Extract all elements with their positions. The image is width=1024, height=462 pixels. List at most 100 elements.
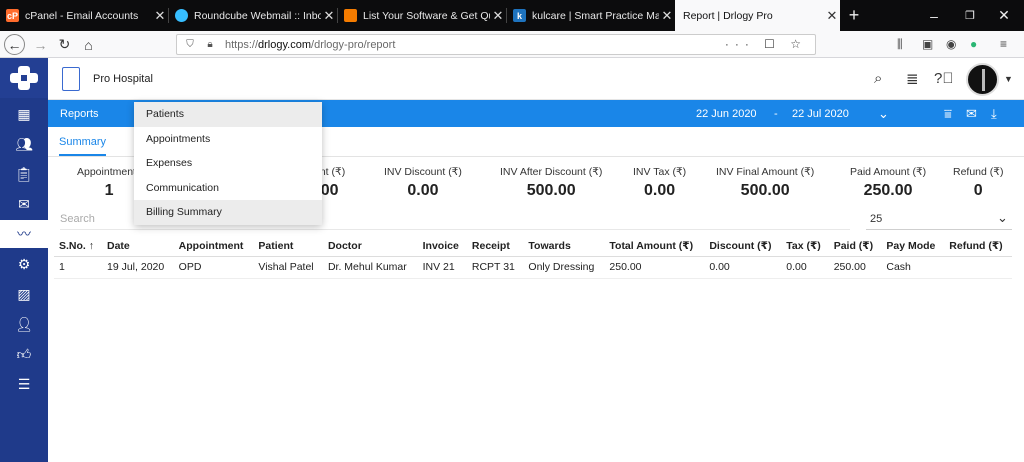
stat-inv-final-amount: INV Final Amount (₹) 500.00 <box>716 166 814 200</box>
col-refund[interactable]: Refund (₹) <box>944 236 1012 257</box>
close-icon[interactable]: ✕ <box>824 8 840 24</box>
stat-label: INV Tax (₹) <box>633 166 687 178</box>
user-icon[interactable]: 👤︎ <box>0 310 48 338</box>
reports-trend-icon[interactable]: 〰 <box>0 220 48 248</box>
window-close-icon[interactable]: ✕ <box>984 0 1024 31</box>
browser-tab-kulcare[interactable]: k kulcare | Smart Practice Manag ✕ <box>507 0 675 31</box>
shield-icon[interactable]: ⛉ <box>183 39 197 50</box>
search-underline <box>60 229 850 230</box>
col-sno[interactable]: S.No. ↑ <box>54 236 102 257</box>
cell-invoice: INV 21 <box>417 256 467 279</box>
kulcare-icon: k <box>513 9 526 22</box>
extension-icon[interactable]: ● <box>970 37 977 51</box>
date-from[interactable]: 22 Jun 2020 <box>696 108 757 120</box>
search-input[interactable]: Search <box>60 213 95 225</box>
stat-value: 500.00 <box>526 182 576 199</box>
avatar[interactable] <box>966 63 999 96</box>
stat-value: 0 <box>973 182 983 199</box>
stat-inv-tax: INV Tax (₹) 0.00 <box>633 166 686 200</box>
cell-pay-mode: Cash <box>881 256 945 279</box>
close-icon[interactable]: ✕ <box>659 8 675 24</box>
table-row[interactable]: 1 19 Jul, 2020 OPD Vishal Patel Dr. Mehu… <box>54 256 1012 279</box>
col-receipt[interactable]: Receipt <box>466 236 524 257</box>
stat-value: 250.00 <box>863 182 913 199</box>
col-paid[interactable]: Paid (₹) <box>828 236 882 257</box>
account-icon[interactable]: ◉ <box>946 37 956 51</box>
date-to[interactable]: 22 Jul 2020 <box>792 108 849 120</box>
cell-tax: 0.00 <box>781 256 829 279</box>
close-icon[interactable]: ✕ <box>321 8 337 24</box>
app-header: Pro Hospital ⌕ ≣ ?⃝ ▼ <box>48 58 1024 100</box>
mail-icon[interactable]: ✉ <box>0 190 48 218</box>
close-icon[interactable]: ✕ <box>490 8 506 24</box>
browser-tab-list-software[interactable]: List Your Software & Get Qualif ✕ <box>338 0 506 31</box>
page-actions-icon[interactable]: ··· ☐ ☆ <box>725 37 807 51</box>
stat-label: INV Final Amount (₹) <box>716 166 815 178</box>
cpanel-icon: cP <box>6 9 19 22</box>
stat-value: 0.00 <box>407 182 439 199</box>
download-icon[interactable]: ⤓ <box>991 106 997 122</box>
roundcube-icon <box>175 9 188 22</box>
lock-icon[interactable]: 🔒︎ <box>203 39 217 50</box>
col-total-amount[interactable]: Total Amount (₹) <box>604 236 705 257</box>
sidebar-toggle-icon[interactable]: ▣ <box>922 37 933 51</box>
cell-refund <box>944 256 1012 279</box>
col-invoice[interactable]: Invoice <box>417 236 467 257</box>
browser-nav-bar: ← → ↻ ⌂ ⛉ 🔒︎ https://drlogy.com/drlogy-p… <box>0 31 1024 58</box>
col-appointment[interactable]: Appointment <box>173 236 254 257</box>
tab-title: Roundcube Webmail :: Inbox <box>194 9 321 22</box>
col-tax[interactable]: Tax (₹) <box>781 236 829 257</box>
filter-icon[interactable]: ⩸ <box>944 106 952 122</box>
col-date[interactable]: Date <box>102 236 174 257</box>
cell-patient: Vishal Patel <box>253 256 323 279</box>
forward-arrow-icon[interactable]: → <box>30 34 51 55</box>
stat-refund: Refund (₹) 0 <box>953 166 1003 200</box>
col-doctor[interactable]: Doctor <box>322 236 418 257</box>
reload-icon[interactable]: ↻ <box>54 34 75 55</box>
col-patient[interactable]: Patient <box>253 236 323 257</box>
menu-item-appointments[interactable]: Appointments <box>134 127 322 152</box>
stat-label: INV Discount (₹) <box>384 166 462 178</box>
chevron-down-icon[interactable]: ⌄ <box>878 106 889 122</box>
clipboard-icon[interactable]: 📋︎ <box>0 160 48 188</box>
list-icon[interactable]: ≣ <box>906 70 919 88</box>
col-discount[interactable]: Discount (₹) <box>704 236 782 257</box>
browser-tab-roundcube[interactable]: Roundcube Webmail :: Inbox ✕ <box>169 0 337 31</box>
browser-tab-cpanel[interactable]: cP cPanel - Email Accounts ✕ <box>0 0 168 31</box>
menu-item-communication[interactable]: Communication <box>134 176 322 201</box>
back-arrow-icon[interactable]: ← <box>4 34 25 55</box>
email-icon[interactable]: ✉ <box>966 106 977 122</box>
tab-summary[interactable]: Summary <box>59 136 107 156</box>
search-icon[interactable]: ⌕ <box>874 70 882 87</box>
menu-item-expenses[interactable]: Expenses <box>134 151 322 176</box>
calendar-icon[interactable]: ▦ <box>0 100 48 128</box>
minimize-icon[interactable]: – <box>914 0 954 31</box>
cell-date: 19 Jul, 2020 <box>102 256 174 279</box>
browser-tab-drlogy[interactable]: Report | Drlogy Pro ✕ <box>675 0 840 31</box>
home-icon[interactable]: ⌂ <box>78 34 99 55</box>
menu-icon[interactable]: ≡ <box>1000 37 1007 51</box>
drlogy-logo[interactable] <box>0 58 48 98</box>
document-list-icon[interactable]: ☰ <box>0 370 48 398</box>
cell-towards: Only Dressing <box>523 256 605 279</box>
users-icon[interactable]: 👥︎ <box>0 130 48 158</box>
caret-down-icon[interactable]: ▼ <box>1004 74 1013 84</box>
cell-doctor: Dr. Mehul Kumar <box>322 256 418 279</box>
library-icon[interactable]: ⫼ <box>897 37 903 52</box>
page-size-select[interactable]: 25 <box>870 213 882 225</box>
menu-item-billing-summary[interactable]: Billing Summary <box>134 200 322 225</box>
chevron-down-icon[interactable]: ⌄ <box>997 210 1008 226</box>
thumbs-up-icon[interactable]: 👍︎ <box>0 340 48 368</box>
stat-appointments: Appointments 1 <box>77 166 141 200</box>
report-table: S.No. ↑ Date Appointment Patient Doctor … <box>54 236 1012 279</box>
col-pay-mode[interactable]: Pay Mode <box>881 236 945 257</box>
help-icon[interactable]: ?⃝ <box>934 70 954 87</box>
col-towards[interactable]: Towards <box>523 236 605 257</box>
menu-item-patients[interactable]: Patients <box>134 102 322 127</box>
stat-value: 0.00 <box>644 182 676 199</box>
address-bar[interactable]: ⛉ 🔒︎ https://drlogy.com/drlogy-pro/repor… <box>176 34 816 55</box>
new-tab-icon[interactable]: + <box>842 0 866 31</box>
gear-icon[interactable]: ⚙ <box>0 250 48 278</box>
chart-icon[interactable]: ▨ <box>0 280 48 308</box>
close-icon[interactable]: ✕ <box>152 8 168 24</box>
